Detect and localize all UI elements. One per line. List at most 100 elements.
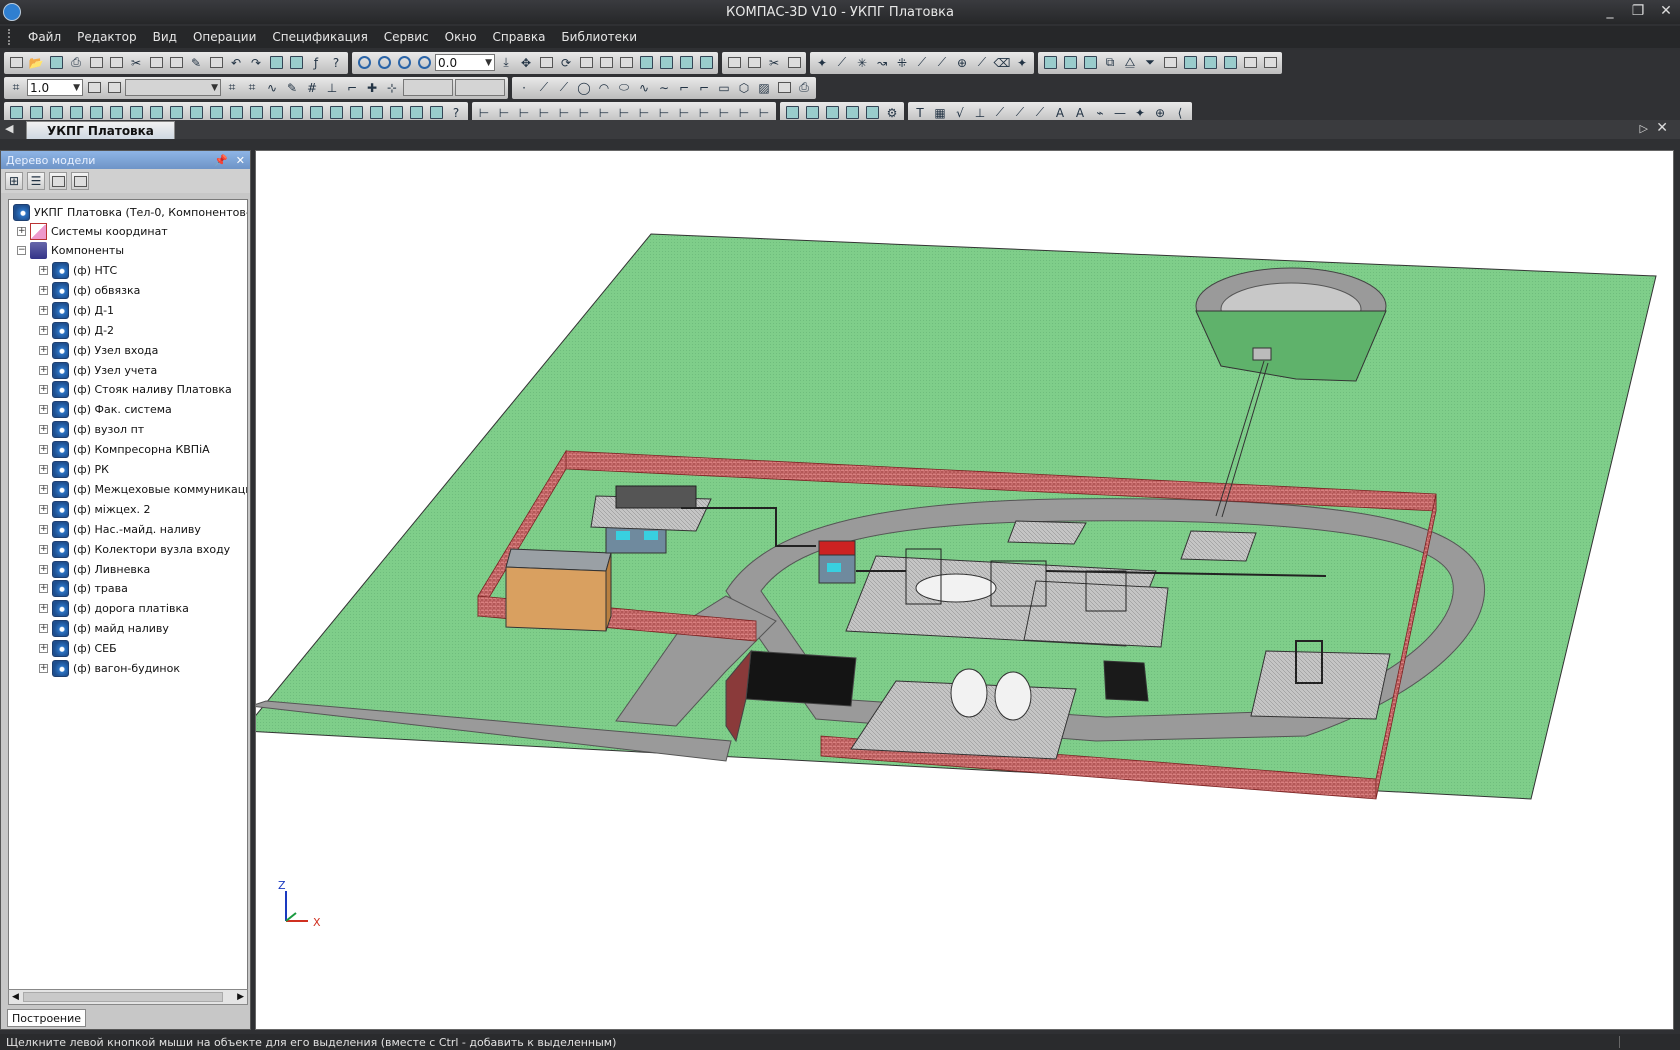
menu-operations[interactable]: Операции <box>193 30 256 44</box>
zoom-scale-icon[interactable] <box>415 54 433 72</box>
tree-component-item[interactable]: + (ф) Узел учета <box>39 360 157 380</box>
expand-icon[interactable]: + <box>39 663 48 673</box>
expand-icon[interactable]: + <box>39 444 48 454</box>
tree-doc-icon[interactable] <box>49 172 67 190</box>
feat-8-icon[interactable] <box>147 104 165 122</box>
grid-points-icon[interactable]: ⁜ <box>893 54 911 72</box>
attach-icon[interactable]: ⧉ <box>1101 54 1119 72</box>
zoom-scale-combo[interactable]: 0.0 ▼ <box>435 54 495 71</box>
tree-settings-icon[interactable] <box>71 172 89 190</box>
doc-copy-icon[interactable] <box>1241 54 1259 72</box>
expand-icon[interactable]: + <box>39 524 48 534</box>
feat-7-icon[interactable] <box>127 104 145 122</box>
zoom-in-icon[interactable] <box>375 54 393 72</box>
cs-icon[interactable]: ⌗ <box>223 79 241 97</box>
line-style-icon[interactable]: — <box>1111 104 1129 122</box>
feat-15-icon[interactable] <box>287 104 305 122</box>
new-document-icon[interactable] <box>7 54 25 72</box>
expand-icon[interactable]: + <box>39 305 48 315</box>
expand-icon[interactable]: + <box>39 564 48 574</box>
doc-list-icon[interactable] <box>1201 54 1219 72</box>
dim-11-icon[interactable]: ⊢ <box>675 104 693 122</box>
tree-component-item[interactable]: + (ф) НТС <box>39 260 117 280</box>
shaded-icon[interactable] <box>637 54 655 72</box>
feat-4-icon[interactable] <box>67 104 85 122</box>
corner-icon[interactable]: ⌐ <box>675 79 693 97</box>
cut-line-icon[interactable]: ✦ <box>1131 104 1149 122</box>
tree-component-item[interactable]: + (ф) Узел входа <box>39 340 158 360</box>
spec-5-icon[interactable] <box>863 104 881 122</box>
feat-20-icon[interactable] <box>387 104 405 122</box>
dim-8-icon[interactable]: ⊢ <box>615 104 633 122</box>
expand-icon[interactable]: + <box>39 643 48 653</box>
leader-3-icon[interactable]: ⟋ <box>1031 104 1049 122</box>
snap-active-icon[interactable]: ✚ <box>363 79 381 97</box>
feat-6-icon[interactable] <box>107 104 125 122</box>
collapse-icon[interactable]: − <box>17 245 26 255</box>
spec-6-icon[interactable]: ⚙ <box>883 104 901 122</box>
tree-structure-icon[interactable]: ⊞ <box>5 172 23 190</box>
polyline-icon[interactable]: ⟋ <box>555 79 573 97</box>
feat-21-icon[interactable] <box>407 104 425 122</box>
tree-component-item[interactable]: + (ф) Д-2 <box>39 320 114 340</box>
format-brush-icon[interactable]: ✎ <box>187 54 205 72</box>
save-icon[interactable] <box>47 54 65 72</box>
expand-icon[interactable]: + <box>39 345 48 355</box>
tree-view-icon[interactable]: ☰ <box>27 172 45 190</box>
dim-4-icon[interactable]: ⊢ <box>535 104 553 122</box>
feat-14-icon[interactable] <box>267 104 285 122</box>
paste-icon[interactable] <box>167 54 185 72</box>
tree-components[interactable]: − Компоненты <box>17 240 124 260</box>
menu-window[interactable]: Окно <box>445 30 477 44</box>
center-icon[interactable]: ⊕ <box>1151 104 1169 122</box>
undo-icon[interactable]: ↶ <box>227 54 245 72</box>
plane-icon[interactable]: ✳ <box>853 54 871 72</box>
scroll-left-icon[interactable]: ◀ <box>12 992 19 1002</box>
menu-editor[interactable]: Редактор <box>77 30 136 44</box>
copy-icon[interactable] <box>147 54 165 72</box>
roughness-icon[interactable]: √ <box>951 104 969 122</box>
preview-icon[interactable] <box>87 54 105 72</box>
cut-icon[interactable]: ✂ <box>127 54 145 72</box>
close-panel-icon[interactable]: ✕ <box>236 154 245 167</box>
perspective-icon[interactable] <box>677 54 695 72</box>
expand-icon[interactable]: + <box>39 265 48 275</box>
feat-19-icon[interactable] <box>367 104 385 122</box>
expand-icon[interactable]: + <box>39 583 48 593</box>
expand-icon[interactable]: + <box>39 285 48 295</box>
print-2-icon[interactable]: ⎙ <box>795 79 813 97</box>
zoom-out-icon[interactable] <box>395 54 413 72</box>
menu-help[interactable]: Справка <box>493 30 546 44</box>
doc-icon[interactable] <box>1161 54 1179 72</box>
storage-tank-2[interactable] <box>994 671 1032 721</box>
grid-icon[interactable]: # <box>303 79 321 97</box>
expand-icon[interactable]: + <box>39 504 48 514</box>
model-op-4-icon[interactable] <box>785 54 803 72</box>
expand-icon[interactable]: + <box>39 365 48 375</box>
tree-component-item[interactable]: + (ф) майд наливу <box>39 618 169 638</box>
table-icon[interactable] <box>207 54 225 72</box>
feat-13-icon[interactable] <box>247 104 265 122</box>
menu-file[interactable]: Файл <box>28 30 61 44</box>
expand-icon[interactable]: + <box>39 404 48 414</box>
thin-lines-icon[interactable] <box>617 54 635 72</box>
copy-objects-icon[interactable] <box>775 79 793 97</box>
rectangle-icon[interactable]: ▭ <box>715 79 733 97</box>
dim-6-icon[interactable]: ⊢ <box>575 104 593 122</box>
feat-11-icon[interactable] <box>207 104 225 122</box>
model-op-3-icon[interactable]: ✂ <box>765 54 783 72</box>
tree-component-item[interactable]: + (ф) РК <box>39 459 109 479</box>
library-icon[interactable] <box>287 54 305 72</box>
spec-4-icon[interactable] <box>843 104 861 122</box>
dim-3-icon[interactable]: ⊢ <box>515 104 533 122</box>
table-2-icon[interactable]: ▦ <box>931 104 949 122</box>
tab-construction[interactable]: Построение <box>7 1009 87 1027</box>
close-document-icon[interactable]: ✕ <box>1656 120 1668 136</box>
wireframe-icon[interactable] <box>577 54 595 72</box>
tree-component-item[interactable]: + (ф) вагон-будинок <box>39 658 180 678</box>
dim-2-icon[interactable]: ⊢ <box>495 104 513 122</box>
place-component-icon[interactable] <box>1081 54 1099 72</box>
orange-building[interactable] <box>505 566 607 632</box>
axis-3-icon[interactable]: ⟋ <box>933 54 951 72</box>
feat-1-icon[interactable] <box>7 104 25 122</box>
